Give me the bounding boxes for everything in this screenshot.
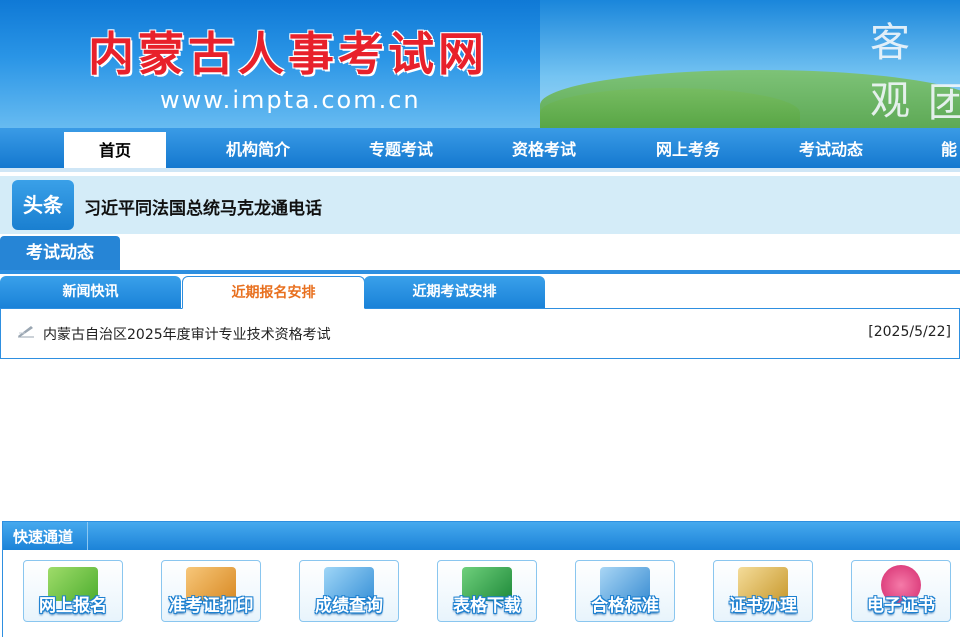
- headline-bar: 头条 习近平同法国总统马克龙通电话: [0, 176, 960, 234]
- quick-access-panel: 快速通道 网上报名 准考证打印 成绩查询 表格下载 合格标准 证书办理 电子证书: [2, 521, 960, 637]
- main-nav: 首页 机构简介 专题考试 资格考试 网上考务 考试动态 能: [0, 128, 960, 168]
- nav-item-qualification-exams[interactable]: 资格考试: [489, 128, 599, 168]
- site-url: www.impta.com.cn: [160, 86, 421, 114]
- quick-access-header: 快速通道: [3, 522, 960, 550]
- news-list: 内蒙古自治区2025年度审计专业技术资格考试 [2025/5/22]: [0, 308, 960, 359]
- nav-item-online-affairs[interactable]: 网上考务: [633, 128, 743, 168]
- score-query-label: 成绩查询: [315, 596, 383, 616]
- e-certificate-label: 电子证书: [867, 596, 935, 616]
- certificate-processing-label: 证书办理: [729, 596, 797, 616]
- score-query-button[interactable]: 成绩查询: [299, 560, 399, 622]
- header-banner: 内蒙古人事考试网 www.impta.com.cn 客 观 团: [0, 0, 960, 128]
- online-registration-button[interactable]: 网上报名: [23, 560, 123, 622]
- form-download-label: 表格下载: [453, 596, 521, 616]
- nav-item-home[interactable]: 首页: [64, 132, 166, 168]
- nav-item-about[interactable]: 机构简介: [203, 128, 313, 168]
- nav-item-special-exams[interactable]: 专题考试: [346, 128, 456, 168]
- pen-icon: [18, 326, 34, 338]
- section-title[interactable]: 考试动态: [0, 236, 120, 270]
- tab-news-flash[interactable]: 新闻快讯: [0, 276, 181, 308]
- tab-registration-schedule[interactable]: 近期报名安排: [182, 276, 365, 309]
- passing-standard-button[interactable]: 合格标准: [575, 560, 675, 622]
- e-certificate-button[interactable]: 电子证书: [851, 560, 951, 622]
- news-title[interactable]: 内蒙古自治区2025年度审计专业技术资格考试: [43, 324, 331, 344]
- nav-divider: [0, 168, 960, 172]
- tab-exam-schedule[interactable]: 近期考试安排: [364, 276, 545, 308]
- site-title: 内蒙古人事考试网: [88, 27, 488, 81]
- news-date: [2025/5/22]: [868, 324, 951, 340]
- headline-link[interactable]: 习近平同法国总统马克龙通电话: [84, 194, 322, 219]
- admission-ticket-label: 准考证打印: [168, 596, 254, 616]
- section-header: 考试动态: [0, 236, 960, 274]
- certificate-processing-button[interactable]: 证书办理: [713, 560, 813, 622]
- list-item[interactable]: 内蒙古自治区2025年度审计专业技术资格考试 [2025/5/22]: [1, 320, 959, 344]
- slogan-line-2: 团: [928, 80, 960, 126]
- headline-badge: 头条: [12, 180, 74, 230]
- nav-item-exam-news[interactable]: 考试动态: [776, 128, 886, 168]
- quick-access-title: 快速通道: [13, 522, 89, 550]
- news-tabs: 新闻快讯 近期报名安排 近期考试安排: [0, 276, 960, 309]
- passing-standard-label: 合格标准: [591, 596, 659, 616]
- nav-item-more[interactable]: 能: [905, 128, 960, 168]
- form-download-button[interactable]: 表格下载: [437, 560, 537, 622]
- online-registration-label: 网上报名: [39, 596, 107, 616]
- admission-ticket-button[interactable]: 准考证打印: [161, 560, 261, 622]
